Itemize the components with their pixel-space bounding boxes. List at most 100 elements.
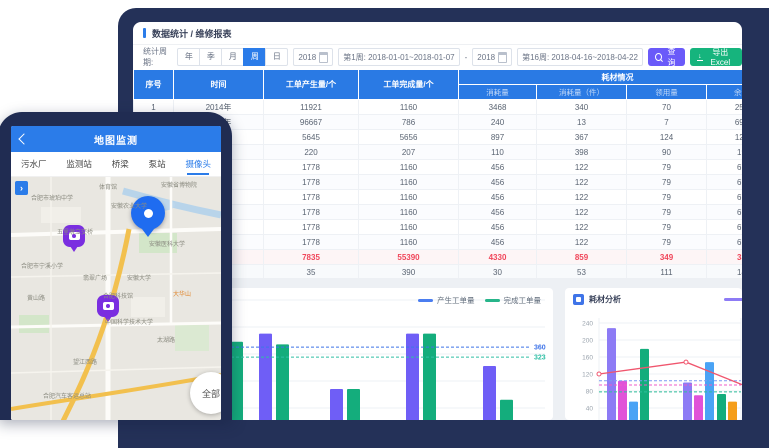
week-range-end-input[interactable]: 第16周: 2018-04-16~2018-04-22 xyxy=(517,48,643,66)
year-start-select[interactable]: 2018 xyxy=(293,48,333,66)
table-cell: 367 xyxy=(537,130,627,145)
table-cell: 122 xyxy=(537,190,627,205)
map-place-label: 大华山 xyxy=(173,289,191,298)
week-range-start-input[interactable]: 第1周: 2018-01-01~2018-01-07 xyxy=(338,48,459,66)
table-cell: 398 xyxy=(537,145,627,160)
table-cell: 859 xyxy=(537,250,627,265)
table-cell: 1778 xyxy=(264,175,359,190)
svg-text:360: 360 xyxy=(534,345,546,352)
table-cell: 90 xyxy=(627,145,707,160)
phone-tab-污水厂[interactable]: 污水厂 xyxy=(21,153,47,175)
svg-text:120: 120 xyxy=(582,372,593,379)
table-cell: 1160 xyxy=(359,160,459,175)
back-chevron-icon[interactable] xyxy=(18,133,29,144)
chart-icon xyxy=(573,294,584,305)
period-button-月[interactable]: 月 xyxy=(221,48,244,66)
phone-tab-摄像头[interactable]: 摄像头 xyxy=(186,153,212,175)
table-cell: 79 xyxy=(627,160,707,175)
map-expander-button[interactable]: › xyxy=(15,181,28,195)
consumable-chart-panel: 耗材分析 240 200 160 120 80 40 xyxy=(565,288,742,420)
table-cell: 240 xyxy=(459,115,537,130)
svg-text:240: 240 xyxy=(582,321,593,328)
table-cell: 5656 xyxy=(359,130,459,145)
consumable-chart-title: 耗材分析 xyxy=(589,294,621,305)
table-cell: 67 xyxy=(707,190,743,205)
phone-screen: 地图监测 污水厂监测站桥梁泵站摄像头 xyxy=(11,126,221,420)
phone-tab-桥梁[interactable]: 桥梁 xyxy=(112,153,129,175)
table-cell: 70 xyxy=(627,100,707,115)
map-place-label: 五里墩立交桥 xyxy=(57,227,93,236)
calendar-icon xyxy=(319,52,328,63)
phone-tab-监测站[interactable]: 监测站 xyxy=(66,153,92,175)
table-cell: 7 xyxy=(627,115,707,130)
table-cell: 340 xyxy=(537,100,627,115)
phone-header: 地图监测 xyxy=(11,126,221,152)
legend-marker xyxy=(485,299,500,302)
legend-marker xyxy=(418,299,433,302)
consumable-chart-header: 耗材分析 xyxy=(565,288,742,310)
table-cell: 79 xyxy=(627,220,707,235)
table-cell: 456 xyxy=(459,190,537,205)
map-place-label: 安徽农业大学 xyxy=(111,201,147,210)
group-column-header: 耗材情况 xyxy=(459,70,743,85)
table-cell: 19 xyxy=(707,145,743,160)
table-cell: 122 xyxy=(537,220,627,235)
period-button-年[interactable]: 年 xyxy=(177,48,200,66)
svg-text:160: 160 xyxy=(582,355,593,362)
search-icon xyxy=(655,53,662,61)
query-button[interactable]: 查询 xyxy=(648,48,685,66)
table-cell: 7835 xyxy=(264,250,359,265)
period-button-日[interactable]: 日 xyxy=(265,48,288,66)
filter-bar: 统计周期: 年季月周日 2018 第1周: 2018-01-01~2018-01… xyxy=(133,45,742,69)
table-cell: 456 xyxy=(459,175,537,190)
table-cell: 79 xyxy=(627,205,707,220)
table-cell: 1160 xyxy=(359,205,459,220)
table-cell: 250 xyxy=(707,100,743,115)
phone-tab-泵站[interactable]: 泵站 xyxy=(149,153,166,175)
year-end-select[interactable]: 2018 xyxy=(472,48,512,66)
table-cell: 110 xyxy=(459,145,537,160)
map-place-label: 安徽大学 xyxy=(127,273,151,282)
table-cell: 5645 xyxy=(264,130,359,145)
phone-page-title: 地图监测 xyxy=(94,132,138,147)
table-cell: 1160 xyxy=(359,220,459,235)
phone-frame: 地图监测 污水厂监测站桥梁泵站摄像头 xyxy=(0,112,232,420)
map-canvas[interactable]: › 全部 体育馆安徽省博物院合肥市琥珀中学安徽农业大学五里墩立交桥安徽医科大学合… xyxy=(11,177,221,420)
table-cell: 122 xyxy=(537,160,627,175)
svg-text:200: 200 xyxy=(582,338,593,345)
breadcrumb: 数据统计 / 维修报表 xyxy=(152,27,232,40)
legend-label: 完成工单量 xyxy=(504,295,542,306)
table-cell: 129 xyxy=(707,130,743,145)
period-button-周[interactable]: 周 xyxy=(243,48,266,66)
svg-text:40: 40 xyxy=(586,406,594,413)
map-place-label: 合肥市琥珀中学 xyxy=(31,193,73,202)
svg-text:80: 80 xyxy=(586,389,594,396)
map-place-label: 中国科学技术大学 xyxy=(105,317,153,326)
column-header: 工单完成量/个 xyxy=(359,70,459,100)
svg-text:323: 323 xyxy=(534,355,546,362)
chart-legend: 产生工单量完成工单量 xyxy=(418,295,541,306)
table-cell: 67 xyxy=(707,160,743,175)
map-place-label: 黄山路 xyxy=(27,293,45,302)
column-header: 工单产生量/个 xyxy=(264,70,359,100)
table-cell: 786 xyxy=(359,115,459,130)
table-cell: 79 xyxy=(627,190,707,205)
table-cell: 67 xyxy=(707,205,743,220)
period-button-季[interactable]: 季 xyxy=(199,48,222,66)
table-cell: 1778 xyxy=(264,160,359,175)
table-cell: 456 xyxy=(459,160,537,175)
export-excel-button[interactable]: ↓ 导出Excel xyxy=(690,48,742,66)
filter-label: 统计周期: xyxy=(143,46,172,68)
calendar-icon xyxy=(498,52,507,63)
table-cell: 690 xyxy=(707,115,743,130)
sub-column-header: 余量 xyxy=(707,85,743,100)
table-cell: 1160 xyxy=(359,175,459,190)
table-cell: 55390 xyxy=(359,250,459,265)
column-header: 序号 xyxy=(134,70,174,100)
map-place-label: 体育馆 xyxy=(99,182,117,191)
map-place-label: 太湖路 xyxy=(157,335,175,344)
column-header: 时间 xyxy=(174,70,264,100)
table-cell: 1160 xyxy=(359,235,459,250)
table-cell: 122 xyxy=(537,175,627,190)
table-row: 12014年119211160346834070250 xyxy=(134,100,743,115)
